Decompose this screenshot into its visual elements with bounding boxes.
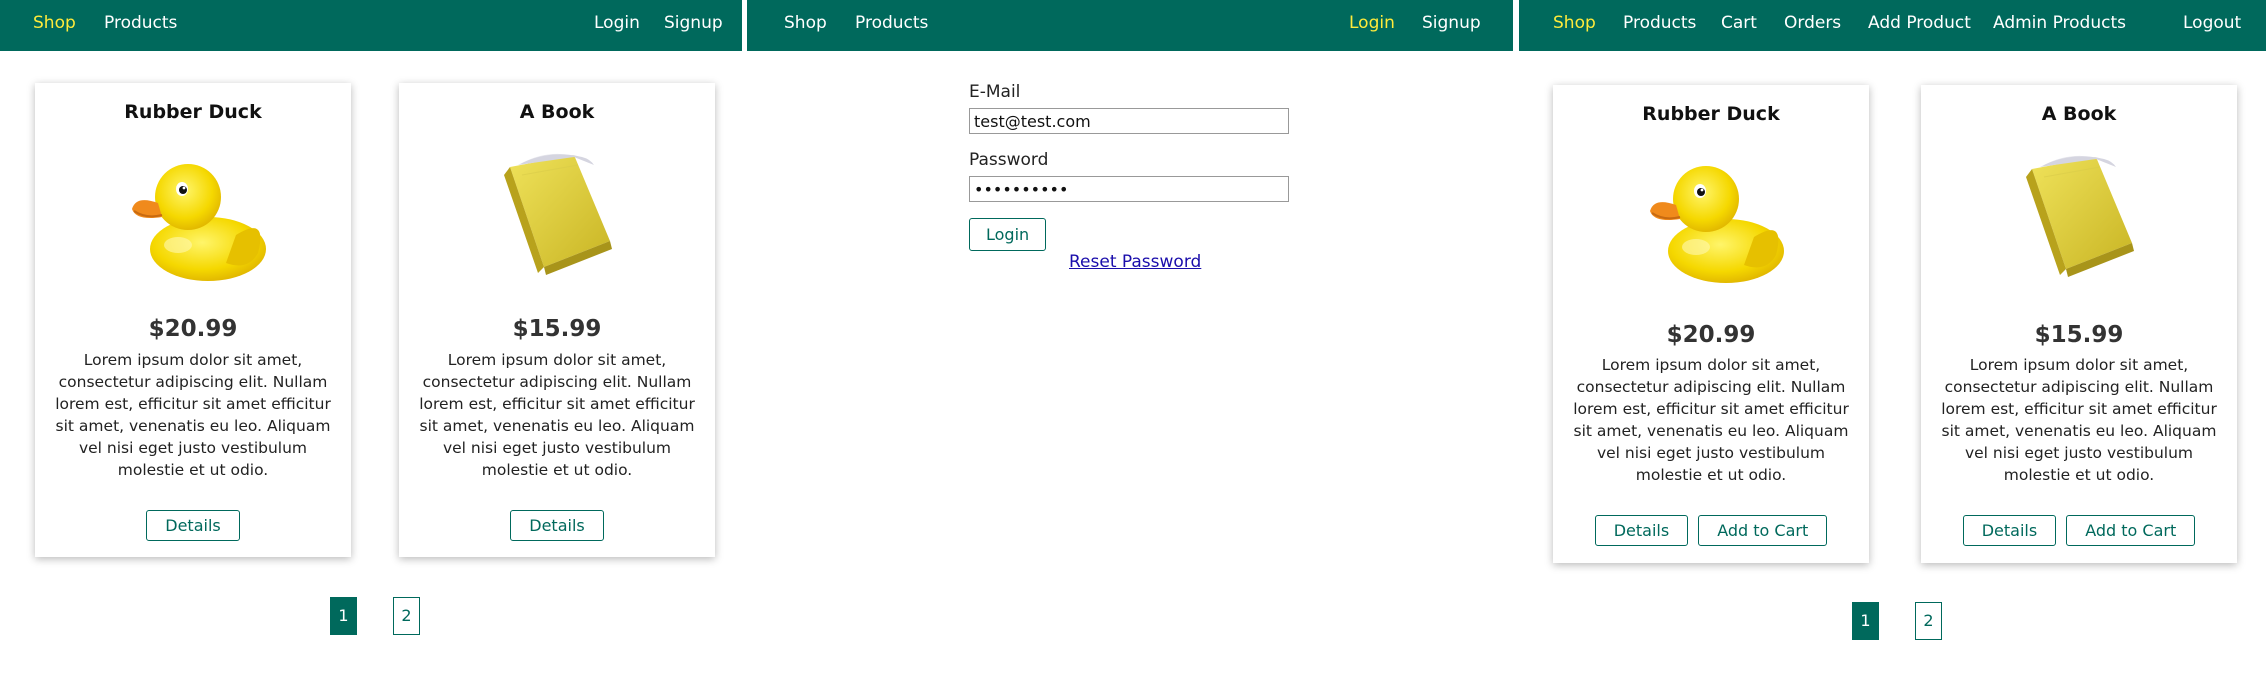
nav-orders-link[interactable]: Orders <box>1784 0 1841 51</box>
page-1-button[interactable]: 1 <box>1852 602 1879 640</box>
nav-login-link[interactable]: Login <box>594 0 640 51</box>
product-actions: Details Add to Cart <box>1921 515 2237 546</box>
product-card: Rubber Duck $20.99 Lorem ipsum dolor sit… <box>1553 85 1869 563</box>
rubber-duck-image <box>118 145 268 285</box>
nav-products-link[interactable]: Products <box>104 0 177 51</box>
product-price: $15.99 <box>512 316 602 342</box>
product-price: $20.99 <box>148 316 238 342</box>
product-title: Rubber Duck <box>124 101 262 123</box>
product-title: A Book <box>2041 103 2117 125</box>
product-card: Rubber Duck $20.99 Lorem ipsum dolor sit… <box>35 83 351 557</box>
shop-guest-screen: Shop Products Login Signup Rubber Duck $… <box>0 0 742 688</box>
product-title: Rubber Duck <box>1642 103 1780 125</box>
login-screen: Shop Products Login Signup E-Mail Passwo… <box>747 0 1513 688</box>
nav-shop-link[interactable]: Shop <box>784 0 827 51</box>
details-button[interactable]: Details <box>1594 515 1689 546</box>
main-navigation: Shop Products Login Signup <box>747 0 1513 51</box>
nav-login-link[interactable]: Login <box>1349 0 1395 51</box>
password-label: Password <box>969 150 1049 170</box>
product-card: A Book $15.99 Lorem ipsum dolor sit amet… <box>399 83 715 557</box>
page-2-button[interactable]: 2 <box>393 597 420 635</box>
product-description: Lorem ipsum dolor sit amet, consectetur … <box>55 351 331 479</box>
nav-logout-link[interactable]: Logout <box>2183 0 2241 51</box>
product-actions: Details Add to Cart <box>1553 515 1869 546</box>
email-field[interactable] <box>969 108 1289 134</box>
nav-signup-link[interactable]: Signup <box>664 0 723 51</box>
nav-shop-link[interactable]: Shop <box>33 0 76 51</box>
nav-products-link[interactable]: Products <box>855 0 928 51</box>
details-button[interactable]: Details <box>146 510 240 541</box>
add-to-cart-button[interactable]: Add to Cart <box>1698 515 1828 546</box>
login-submit-button[interactable]: Login <box>969 218 1047 251</box>
nav-shop-link[interactable]: Shop <box>1553 0 1596 51</box>
nav-products-link[interactable]: Products <box>1623 0 1696 51</box>
nav-signup-link[interactable]: Signup <box>1422 0 1481 51</box>
password-field[interactable] <box>969 176 1289 202</box>
main-navigation: Shop Products Cart Orders Add Product Ad… <box>1519 0 2266 51</box>
book-image <box>482 145 632 285</box>
book-image <box>2004 147 2154 287</box>
product-actions: Details <box>399 510 715 541</box>
page-2-button[interactable]: 2 <box>1915 602 1942 640</box>
product-description: Lorem ipsum dolor sit amet, consectetur … <box>1573 356 1849 484</box>
product-price: $20.99 <box>1666 322 1756 348</box>
email-label: E-Mail <box>969 82 1021 102</box>
reset-password-link[interactable]: Reset Password <box>1069 252 1201 272</box>
product-price: $15.99 <box>2034 322 2124 348</box>
product-description: Lorem ipsum dolor sit amet, consectetur … <box>419 351 695 479</box>
product-card: A Book $15.99 Lorem ipsum dolor sit amet… <box>1921 85 2237 563</box>
details-button[interactable]: Details <box>1962 515 2057 546</box>
page-1-button[interactable]: 1 <box>330 597 357 635</box>
details-button[interactable]: Details <box>510 510 604 541</box>
shop-admin-screen: Shop Products Cart Orders Add Product Ad… <box>1519 0 2266 688</box>
nav-admin-products-link[interactable]: Admin Products <box>1993 0 2126 51</box>
nav-add-product-link[interactable]: Add Product <box>1868 0 1971 51</box>
product-actions: Details <box>35 510 351 541</box>
product-title: A Book <box>519 101 595 123</box>
nav-cart-link[interactable]: Cart <box>1721 0 1757 51</box>
main-navigation: Shop Products Login Signup <box>0 0 742 51</box>
rubber-duck-image <box>1636 147 1786 287</box>
add-to-cart-button[interactable]: Add to Cart <box>2066 515 2196 546</box>
product-description: Lorem ipsum dolor sit amet, consectetur … <box>1941 356 2217 484</box>
